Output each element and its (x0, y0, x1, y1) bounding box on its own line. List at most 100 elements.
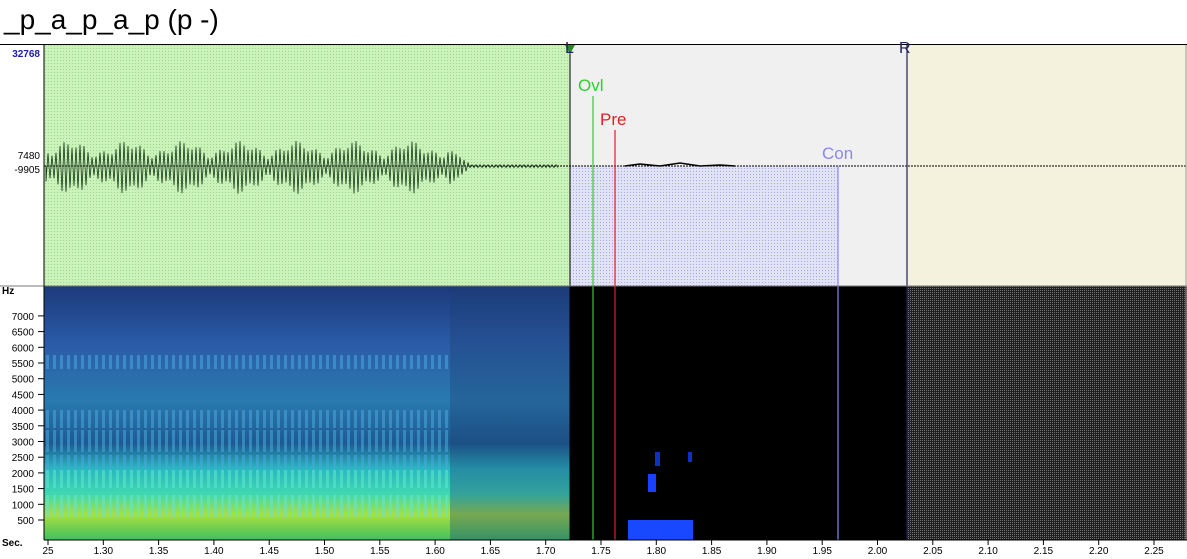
spectrogram-striation (291, 455, 294, 469)
spectrogram-striation (165, 470, 168, 488)
spectrogram-striation (284, 355, 287, 369)
spectrogram-striation (431, 410, 434, 428)
spectrogram-striation (172, 355, 175, 369)
spectrogram-striation (396, 430, 399, 452)
spectrogram-striation (200, 495, 203, 517)
spectrogram-striation (249, 495, 252, 517)
spectrogram-striation (221, 430, 224, 452)
spectrogram-striation (403, 355, 406, 369)
time-tick-label: 2.20 (1089, 546, 1109, 557)
spectrogram-striation (445, 355, 448, 369)
spectrogram-striation (347, 355, 350, 369)
spectrogram-striation (291, 410, 294, 428)
spectrogram-striation (60, 410, 63, 428)
spectrogram-striation (144, 470, 147, 488)
time-tick-label: 2.00 (868, 546, 888, 557)
spectrogram-striation (403, 470, 406, 488)
spectrogram-striation (95, 355, 98, 369)
spectrogram-striation (53, 455, 56, 469)
spectrogram-striation (53, 495, 56, 517)
spectrogram-striation (263, 355, 266, 369)
spectrogram-striation (151, 455, 154, 469)
spectrogram-striation (256, 470, 259, 488)
spectrogram-striation (158, 455, 161, 469)
spectrogram-striation (333, 430, 336, 452)
spectrogram-striation (214, 355, 217, 369)
spectrogram-striation (277, 410, 280, 428)
spectrogram-striation (382, 355, 385, 369)
spectrogram-striation (137, 495, 140, 517)
spectrogram-striation (326, 495, 329, 517)
spectrogram-striation (277, 495, 280, 517)
freq-tick-label: 2500 (12, 453, 35, 464)
spectrogram-striation (368, 410, 371, 428)
spectrogram-striation (403, 495, 406, 517)
spectrogram-striation (165, 430, 168, 452)
spectrogram-striation (193, 430, 196, 452)
spectrogram-striation (438, 495, 441, 517)
waveform-gray-region (570, 45, 907, 166)
spectrogram-striation (431, 430, 434, 452)
spectrogram-striation (333, 470, 336, 488)
spectrogram-striation (389, 410, 392, 428)
spectrogram-striation (424, 455, 427, 469)
spectrogram-striation (326, 410, 329, 428)
spectrogram-striation (382, 410, 385, 428)
spectrogram-striation (95, 470, 98, 488)
spectrogram-striation (249, 410, 252, 428)
spectrogram-striation (123, 470, 126, 488)
spectrogram-striation (389, 355, 392, 369)
spectrogram-striation (242, 470, 245, 488)
spectrogram-striation (53, 470, 56, 488)
spectrogram-striation (305, 495, 308, 517)
spectrogram-striation (361, 430, 364, 452)
burst-blob-2 (655, 452, 660, 466)
spectrogram-striation (291, 470, 294, 488)
spectrogram-striation (368, 355, 371, 369)
spectrogram-striation (95, 455, 98, 469)
spectrogram-striation (228, 355, 231, 369)
spectrogram-striation (123, 495, 126, 517)
spectrogram-striation (123, 455, 126, 469)
spectrogram-striation (186, 410, 189, 428)
spectrogram-striation (130, 455, 133, 469)
spectrogram-striation (417, 495, 420, 517)
spectrogram-striation (95, 430, 98, 452)
spectrogram-striation (249, 455, 252, 469)
spectrogram-striation (207, 410, 210, 428)
spectrogram-striation (431, 470, 434, 488)
spectrogram-striation (305, 430, 308, 452)
spectrogram-striation (137, 455, 140, 469)
spectrogram-striation (347, 410, 350, 428)
spectrogram-striation (347, 470, 350, 488)
spectrogram-striation (298, 355, 301, 369)
time-axis: 25 1.30 1.35 1.40 1.45 1.50 1.55 1.60 1.65 1.70 1.… (42, 539, 1187, 557)
time-tick-label: 1.40 (204, 546, 224, 557)
spectrogram-striation (137, 355, 140, 369)
spectrogram-striation (270, 355, 273, 369)
spectrogram-striation (242, 355, 245, 369)
freq-tick-label: 1000 (12, 500, 35, 511)
spectrogram-striation (221, 355, 224, 369)
spectrogram-striation (60, 430, 63, 452)
spectrogram-striation (340, 430, 343, 452)
spectrogram-striation (144, 455, 147, 469)
spectrogram-dark (570, 286, 907, 540)
spectrogram-striation (102, 470, 105, 488)
spectrogram-striation (270, 495, 273, 517)
spectrogram-striation (137, 430, 140, 452)
spectrogram-striation (186, 355, 189, 369)
spectrogram-striation (382, 470, 385, 488)
spectrogram-striation (305, 355, 308, 369)
spectrogram-striation (333, 355, 336, 369)
spectrogram-striation (326, 470, 329, 488)
spectrogram-striation (438, 355, 441, 369)
spectrogram-striation (221, 495, 224, 517)
spectrogram-striation (354, 470, 357, 488)
spectrogram-striation (312, 410, 315, 428)
spectrogram-striation (102, 430, 105, 452)
spectrogram-striation (410, 495, 413, 517)
spectrogram-striation (88, 410, 91, 428)
spectrogram-striation (284, 430, 287, 452)
freq-tick-label: 500 (17, 516, 34, 527)
